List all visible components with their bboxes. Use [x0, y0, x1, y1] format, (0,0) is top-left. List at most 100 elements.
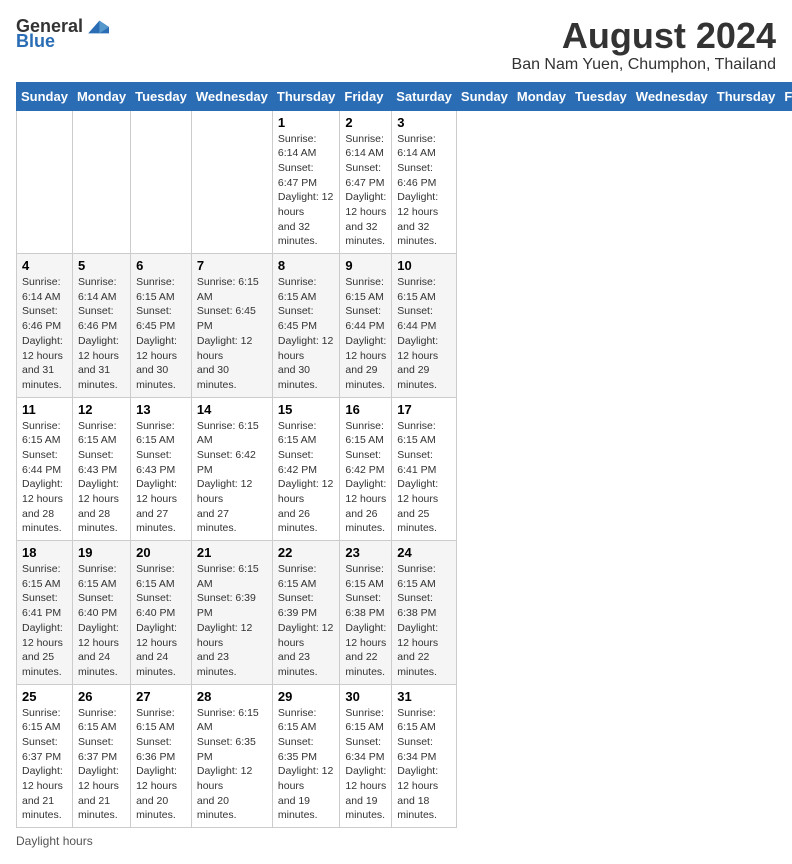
day-info: Sunrise: 6:15 AM Sunset: 6:36 PM Dayligh… — [136, 706, 186, 824]
header-friday: Friday — [340, 82, 392, 110]
calendar-cell-0-4: 1 Sunrise: 6:14 AM Sunset: 6:47 PM Daylig… — [272, 110, 340, 254]
week-row-1: 1 Sunrise: 6:14 AM Sunset: 6:47 PM Daylig… — [17, 110, 792, 254]
day-info: Sunrise: 6:14 AM Sunset: 6:47 PM Dayligh… — [345, 132, 386, 250]
day-number: 21 — [197, 545, 267, 560]
day-info: Sunrise: 6:15 AM Sunset: 6:39 PM Dayligh… — [197, 562, 267, 680]
day-info: Sunrise: 6:15 AM Sunset: 6:41 PM Dayligh… — [397, 419, 451, 537]
day-info: Sunrise: 6:15 AM Sunset: 6:37 PM Dayligh… — [22, 706, 67, 824]
header-day-tuesday: Tuesday — [571, 82, 632, 110]
calendar-cell-2-6: 17 Sunrise: 6:15 AM Sunset: 6:41 PM Dayli… — [392, 397, 457, 541]
day-info: Sunrise: 6:15 AM Sunset: 6:34 PM Dayligh… — [345, 706, 386, 824]
day-number: 15 — [278, 402, 335, 417]
calendar-cell-0-5: 2 Sunrise: 6:14 AM Sunset: 6:47 PM Daylig… — [340, 110, 392, 254]
calendar-cell-1-5: 9 Sunrise: 6:15 AM Sunset: 6:44 PM Daylig… — [340, 254, 392, 398]
calendar-cell-2-3: 14 Sunrise: 6:15 AM Sunset: 6:42 PM Dayli… — [191, 397, 272, 541]
day-number: 3 — [397, 115, 451, 130]
calendar-cell-3-2: 20 Sunrise: 6:15 AM Sunset: 6:40 PM Dayli… — [131, 541, 192, 685]
day-number: 19 — [78, 545, 125, 560]
day-number: 11 — [22, 402, 67, 417]
day-number: 18 — [22, 545, 67, 560]
page-subtitle: Ban Nam Yuen, Chumphon, Thailand — [512, 56, 776, 74]
header-saturday: Saturday — [392, 82, 457, 110]
day-number: 24 — [397, 545, 451, 560]
day-info: Sunrise: 6:15 AM Sunset: 6:44 PM Dayligh… — [345, 275, 386, 393]
day-number: 28 — [197, 689, 267, 704]
calendar-cell-2-1: 12Sunrise: 6:15 AM Sunset: 6:43 PM Dayli… — [72, 397, 130, 541]
calendar-cell-4-2: 27 Sunrise: 6:15 AM Sunset: 6:36 PM Dayli… — [131, 684, 192, 828]
page-title: August 2024 — [512, 16, 776, 56]
day-number: 9 — [345, 258, 386, 273]
calendar-cell-3-3: 21 Sunrise: 6:15 AM Sunset: 6:39 PM Dayli… — [191, 541, 272, 685]
day-info: Sunrise: 6:15 AM Sunset: 6:40 PM Dayligh… — [136, 562, 186, 680]
day-info: Sunrise: 6:15 AM Sunset: 6:35 PM Dayligh… — [197, 706, 267, 824]
day-number: 31 — [397, 689, 451, 704]
week-row-2: 4 Sunrise: 6:14 AM Sunset: 6:46 PM Daylig… — [17, 254, 792, 398]
calendar-cell-4-0: 25 Sunrise: 6:15 AM Sunset: 6:37 PM Dayli… — [17, 684, 73, 828]
day-info: Sunrise: 6:14 AM Sunset: 6:46 PM Dayligh… — [22, 275, 67, 393]
day-number: 26 — [78, 689, 125, 704]
calendar-cell-3-4: 22 Sunrise: 6:15 AM Sunset: 6:39 PM Dayli… — [272, 541, 340, 685]
logo-icon — [85, 17, 109, 37]
day-number: 29 — [278, 689, 335, 704]
day-number: 12 — [78, 402, 125, 417]
calendar-cell-1-3: 7Sunrise: 6:15 AM Sunset: 6:45 PM Daylig… — [191, 254, 272, 398]
day-number: 1 — [278, 115, 335, 130]
week-row-5: 25 Sunrise: 6:15 AM Sunset: 6:37 PM Dayli… — [17, 684, 792, 828]
calendar-cell-3-1: 19 Sunrise: 6:15 AM Sunset: 6:40 PM Dayli… — [72, 541, 130, 685]
calendar-cell-2-0: 11 Sunrise: 6:15 AM Sunset: 6:44 PM Dayli… — [17, 397, 73, 541]
day-info: Sunrise: 6:15 AM Sunset: 6:42 PM Dayligh… — [278, 419, 335, 537]
calendar-cell-2-2: 13Sunrise: 6:15 AM Sunset: 6:43 PM Dayli… — [131, 397, 192, 541]
day-info: Sunrise: 6:15 AM Sunset: 6:34 PM Dayligh… — [397, 706, 451, 824]
day-number: 30 — [345, 689, 386, 704]
logo-blue-text: Blue — [16, 31, 55, 52]
calendar-cell-1-0: 4 Sunrise: 6:14 AM Sunset: 6:46 PM Daylig… — [17, 254, 73, 398]
calendar-cell-4-5: 30 Sunrise: 6:15 AM Sunset: 6:34 PM Dayli… — [340, 684, 392, 828]
day-info: Sunrise: 6:14 AM Sunset: 6:47 PM Dayligh… — [278, 132, 335, 250]
header-tuesday: Tuesday — [131, 82, 192, 110]
header-day-friday: Friday — [780, 82, 792, 110]
day-info: Sunrise: 6:15 AM Sunset: 6:44 PM Dayligh… — [397, 275, 451, 393]
day-number: 14 — [197, 402, 267, 417]
calendar-header-row: SundayMondayTuesdayWednesdayThursdayFrid… — [17, 82, 792, 110]
day-info: Sunrise: 6:14 AM Sunset: 6:46 PM Dayligh… — [397, 132, 451, 250]
day-number: 22 — [278, 545, 335, 560]
header: General Blue August 2024 Ban Nam Yuen, C… — [16, 16, 776, 74]
calendar-cell-4-1: 26 Sunrise: 6:15 AM Sunset: 6:37 PM Dayli… — [72, 684, 130, 828]
day-info: Sunrise: 6:15 AM Sunset: 6:38 PM Dayligh… — [397, 562, 451, 680]
day-number: 2 — [345, 115, 386, 130]
calendar-cell-2-5: 16Sunrise: 6:15 AM Sunset: 6:42 PM Dayli… — [340, 397, 392, 541]
calendar-cell-0-0 — [17, 110, 73, 254]
day-info: Sunrise: 6:15 AM Sunset: 6:35 PM Dayligh… — [278, 706, 335, 824]
day-number: 27 — [136, 689, 186, 704]
day-number: 6 — [136, 258, 186, 273]
header-sunday: Sunday — [17, 82, 73, 110]
header-wednesday: Wednesday — [191, 82, 272, 110]
calendar-cell-0-2 — [131, 110, 192, 254]
day-info: Sunrise: 6:15 AM Sunset: 6:39 PM Dayligh… — [278, 562, 335, 680]
header-day-thursday: Thursday — [712, 82, 780, 110]
calendar-cell-0-6: 3 Sunrise: 6:14 AM Sunset: 6:46 PM Daylig… — [392, 110, 457, 254]
calendar-cell-3-6: 24 Sunrise: 6:15 AM Sunset: 6:38 PM Dayli… — [392, 541, 457, 685]
calendar-table: SundayMondayTuesdayWednesdayThursdayFrid… — [16, 82, 792, 829]
day-info: Sunrise: 6:15 AM Sunset: 6:42 PM Dayligh… — [197, 419, 267, 537]
day-info: Sunrise: 6:15 AM Sunset: 6:37 PM Dayligh… — [78, 706, 125, 824]
day-number: 25 — [22, 689, 67, 704]
day-info: Sunrise: 6:15 AM Sunset: 6:44 PM Dayligh… — [22, 419, 67, 537]
calendar-cell-1-1: 5Sunrise: 6:14 AM Sunset: 6:46 PM Daylig… — [72, 254, 130, 398]
day-number: 17 — [397, 402, 451, 417]
day-number: 4 — [22, 258, 67, 273]
day-number: 7 — [197, 258, 267, 273]
day-info: Sunrise: 6:15 AM Sunset: 6:45 PM Dayligh… — [136, 275, 186, 393]
calendar-cell-4-6: 31 Sunrise: 6:15 AM Sunset: 6:34 PM Dayli… — [392, 684, 457, 828]
day-info: Sunrise: 6:15 AM Sunset: 6:42 PM Dayligh… — [345, 419, 386, 537]
logo: General Blue — [16, 16, 109, 52]
calendar-cell-3-0: 18 Sunrise: 6:15 AM Sunset: 6:41 PM Dayli… — [17, 541, 73, 685]
day-info: Sunrise: 6:15 AM Sunset: 6:43 PM Dayligh… — [136, 419, 186, 537]
day-info: Sunrise: 6:15 AM Sunset: 6:40 PM Dayligh… — [78, 562, 125, 680]
calendar-cell-3-5: 23Sunrise: 6:15 AM Sunset: 6:38 PM Dayli… — [340, 541, 392, 685]
day-number: 20 — [136, 545, 186, 560]
calendar-cell-2-4: 15 Sunrise: 6:15 AM Sunset: 6:42 PM Dayli… — [272, 397, 340, 541]
day-info: Sunrise: 6:15 AM Sunset: 6:41 PM Dayligh… — [22, 562, 67, 680]
calendar-cell-4-3: 28 Sunrise: 6:15 AM Sunset: 6:35 PM Dayli… — [191, 684, 272, 828]
day-number: 8 — [278, 258, 335, 273]
